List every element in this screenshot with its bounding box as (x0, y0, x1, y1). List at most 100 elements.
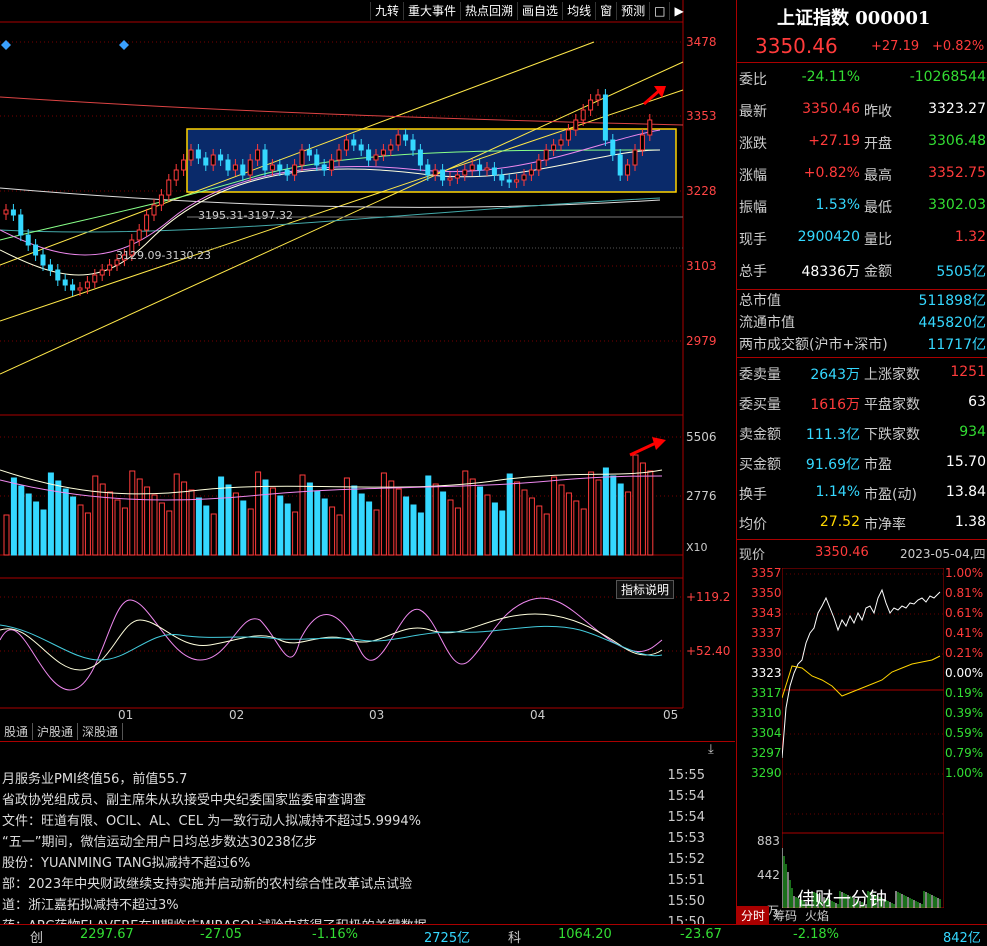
price-tick: 3353 (686, 109, 717, 123)
volume-bar (225, 484, 232, 556)
stat-key: 委买量 (739, 397, 781, 413)
toolbar-events[interactable]: 重大事件 (403, 2, 460, 20)
volume-bar (477, 486, 484, 556)
toolbar-hotspot[interactable]: 热点回溯 (460, 2, 517, 20)
candle (277, 164, 283, 171)
ticker-cy-price: 2297.67 (80, 927, 134, 942)
candle (188, 149, 194, 161)
intraday-pct-tick: 0.61% (945, 606, 984, 620)
stat-key2: 市盈 (864, 457, 892, 473)
quote-panel: 上证指数 000001 3350.46 +27.19 +0.82% 委比 -24.… (736, 0, 987, 540)
news-time: 15:52 (667, 852, 705, 867)
candle (321, 164, 327, 171)
volume-bar (499, 510, 506, 556)
candle (580, 109, 586, 121)
quote-value2: 3323.27 (928, 101, 986, 117)
ticker-kc-amount: 842亿 (943, 931, 981, 946)
volume-bar (277, 495, 284, 556)
candle (358, 144, 364, 151)
candle (521, 174, 527, 181)
volume-bar (314, 490, 321, 556)
intraday-panel[interactable]: 现价 3350.46 2023-05-04,四 3357 3350 3343 3337… (736, 540, 987, 925)
candle (99, 269, 105, 276)
intraday-chart[interactable] (782, 568, 944, 908)
intraday-price: 3350.46 (815, 545, 869, 560)
news-title[interactable]: “五一”期间，微信运动全用户日均总步数达30238亿步 (2, 831, 317, 850)
index-title: 上证指数 000001 (777, 8, 931, 29)
ticker-cy-change: -27.05 (200, 927, 242, 942)
news-list: 月服务业PMI终值56，前值55.7 15:55 省政协党组成员、副主席朱从玖接受中… (0, 766, 735, 934)
candle (440, 169, 446, 181)
quote-value2: 3352.75 (928, 165, 986, 181)
news-item[interactable]: 道：浙江嘉拓拟减持不超过3% 15:50 (0, 892, 735, 913)
candle (306, 149, 312, 156)
stat-value2: 15.70 (945, 454, 986, 470)
candle (343, 139, 349, 151)
volume-bar (33, 501, 40, 556)
candle (181, 159, 187, 171)
candle (632, 149, 638, 166)
stat-value: 1616万 (810, 397, 860, 413)
intraday-price-tick: 3357 (751, 566, 782, 580)
toolbar-window[interactable]: 窗 (595, 2, 616, 20)
intraday-pct-tick: 1.00% (945, 766, 984, 780)
tab-timeshare[interactable]: 分时 (737, 906, 770, 925)
volume-bar (240, 500, 247, 556)
quote-row: 涨跌 +27.19 开盘 3306.48 (737, 127, 987, 157)
news-title[interactable]: 道：浙江嘉拓拟减持不超过3% (2, 894, 179, 913)
volume-bar (454, 507, 461, 556)
news-time: 15:53 (667, 831, 705, 846)
quote-value: +27.19 (808, 133, 860, 149)
candle (454, 174, 460, 179)
news-item[interactable]: 省政协党组成员、副主席朱从玖接受中央纪委国家监委审查调查 15:54 (0, 787, 735, 808)
candle (617, 154, 623, 176)
candle (173, 169, 179, 181)
news-item[interactable]: 股份：YUANMING TANG拟减持不超过6% 15:52 (0, 850, 735, 871)
candle (218, 154, 224, 161)
volume-bar (639, 462, 646, 556)
intraday-date: 2023-05-04,四 (900, 547, 986, 561)
stat-key2: 下跌家数 (864, 427, 920, 443)
kline-chart[interactable] (0, 0, 735, 740)
news-title[interactable]: 文件：旺道有限、OCIL、AL、CEL 为一致行动人拟减持不超过5.9994% (2, 810, 421, 829)
volume-bar (565, 492, 572, 556)
candle (602, 94, 608, 141)
tab-sz-connect[interactable]: 深股通 (78, 723, 124, 740)
news-title[interactable]: 月服务业PMI终值56，前值55.7 (2, 768, 187, 787)
price-tick: 3478 (686, 35, 717, 49)
download-icon[interactable]: ⤓ (708, 742, 714, 757)
tab-hk-connect[interactable]: 股通 (0, 723, 34, 740)
volume-bar (506, 473, 513, 556)
candle (551, 144, 557, 151)
toolbar-jiuzhuan[interactable]: 九转 (370, 2, 403, 20)
news-item[interactable]: “五一”期间，微信运动全用户日均总步数达30238亿步 15:53 (0, 829, 735, 850)
candle (240, 164, 246, 176)
tab-sh-connect[interactable]: 沪股通 (33, 723, 79, 740)
intraday-pct-tick: 0.00% (945, 666, 984, 680)
news-title[interactable]: 股份：YUANMING TANG拟减持不超过6% (2, 852, 250, 871)
news-title[interactable]: 省政协党组成员、副主席朱从玖接受中央纪委国家监委审查调查 (2, 789, 366, 808)
toolbar-predict[interactable]: 预测 (616, 2, 649, 20)
stat-row: 换手 1.14% 市盈(动) 13.84 (737, 478, 987, 508)
indicator-help-button[interactable]: 指标说明 (616, 580, 675, 599)
collapse-icon[interactable]: ▶ (669, 2, 687, 20)
quote-key2: 金额 (864, 264, 892, 280)
quote-row: 振幅 1.53% 最低 3302.03 (737, 191, 987, 221)
news-item[interactable]: 月服务业PMI终值56，前值55.7 15:55 (0, 766, 735, 787)
quote-row: 总手 48336万 金额 5505亿 (737, 255, 987, 285)
stat-key2: 市盈(动) (864, 487, 917, 503)
volume-bar (121, 507, 128, 556)
news-title[interactable]: 部：2023年中央财政继续支持实施并启动新的农村综合性改革试点试验 (2, 873, 412, 892)
candle (77, 287, 83, 291)
volume-bar (610, 475, 617, 556)
toolbar-draw[interactable]: 画自选 (517, 2, 562, 20)
candle (299, 149, 305, 166)
volume-bar (647, 470, 654, 556)
news-item[interactable]: 部：2023年中央财政继续支持实施并启动新的农村综合性改革试点试验 15:51 (0, 871, 735, 892)
intraday-pct-tick: 0.21% (945, 646, 984, 660)
news-item[interactable]: 文件：旺道有限、OCIL、AL、CEL 为一致行动人拟减持不超过5.9994% 1… (0, 808, 735, 829)
lock-icon[interactable]: □ (649, 2, 669, 20)
toolbar-ma[interactable]: 均线 (562, 2, 595, 20)
stat-value2: 934 (959, 424, 986, 440)
intraday-pct-tick: 0.79% (945, 746, 984, 760)
